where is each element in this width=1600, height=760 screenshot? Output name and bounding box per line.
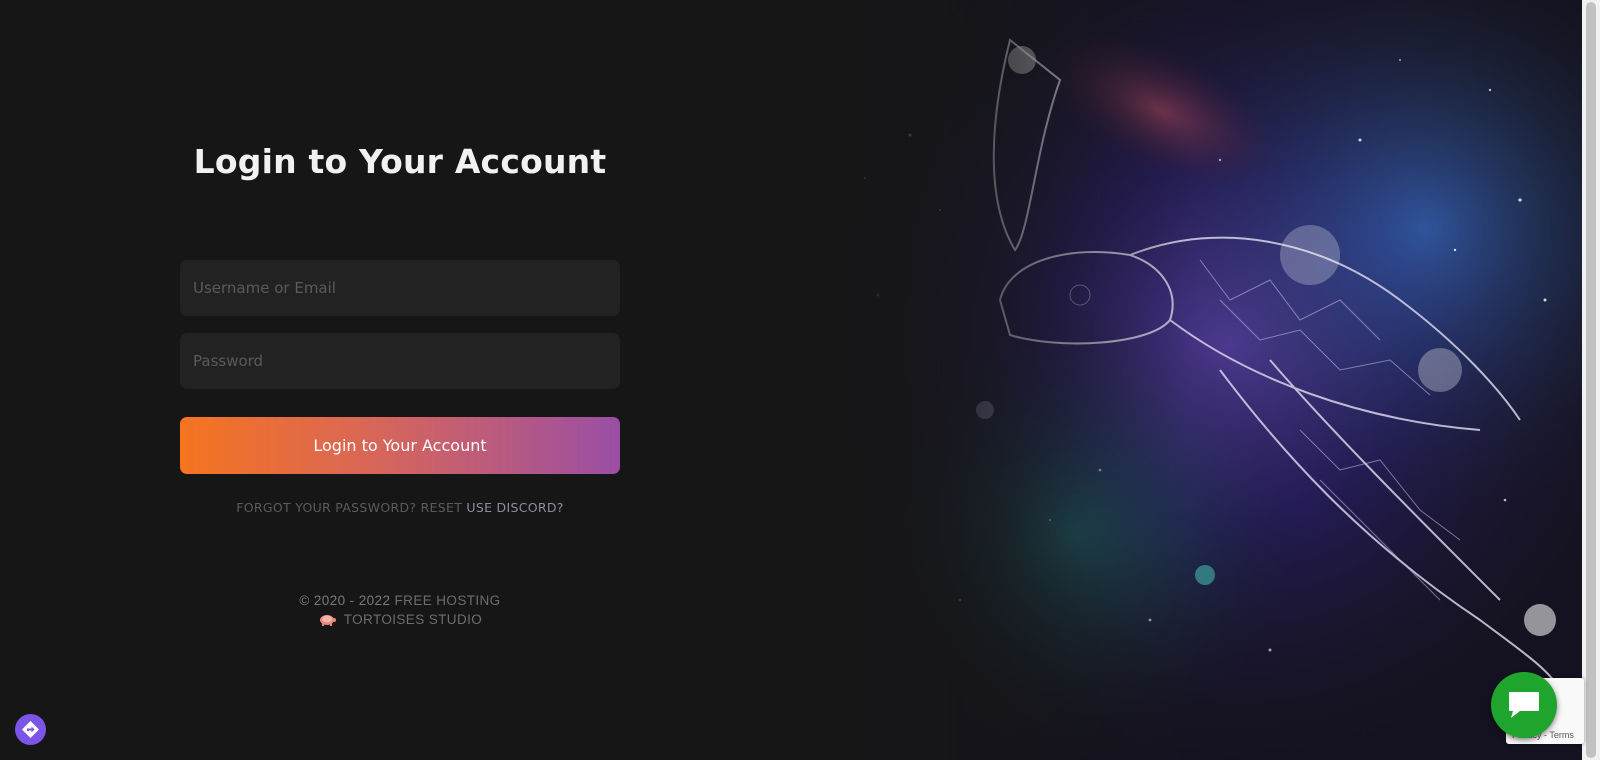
corner-widget-button[interactable] xyxy=(15,714,46,745)
forgot-password-link[interactable]: FORGOT YOUR PASSWORD? RESET xyxy=(236,500,462,515)
tortoise-logo-icon xyxy=(318,612,336,626)
brand-line-2: TORTOISES STUDIO xyxy=(343,612,483,627)
page-scrollbar[interactable] xyxy=(1582,0,1600,760)
login-panel: Login to Your Account Login to Your Acco… xyxy=(0,0,800,760)
discord-login-link[interactable]: USE DISCORD? xyxy=(466,500,563,515)
password-input[interactable] xyxy=(180,333,620,389)
scrollbar-thumb[interactable] xyxy=(1586,2,1596,758)
directions-diamond-icon xyxy=(22,721,39,738)
hero-image xyxy=(800,0,1582,760)
copyright-text: © 2020 - 2022 xyxy=(299,593,391,608)
footer: © 2020 - 2022 FREE HOSTING TORTOISES STU… xyxy=(180,591,620,629)
live-chat-button[interactable] xyxy=(1491,672,1557,738)
auth-links: FORGOT YOUR PASSWORD? RESET USE DISCORD? xyxy=(180,500,620,515)
login-button[interactable]: Login to Your Account xyxy=(180,417,620,474)
chat-bubble-icon xyxy=(1509,692,1539,718)
login-page: Login to Your Account Login to Your Acco… xyxy=(0,0,1600,760)
page-title: Login to Your Account xyxy=(193,142,607,181)
username-input[interactable] xyxy=(180,260,620,316)
brand-line-1: FREE HOSTING xyxy=(394,593,501,608)
